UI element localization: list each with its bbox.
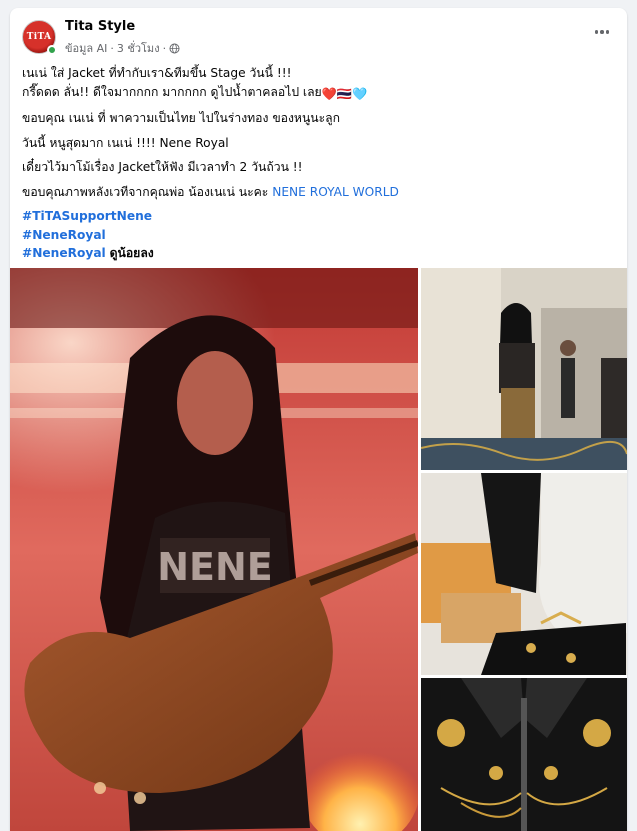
post-card: TiTA Tita Style ข้อมูล AI · 3 ชั่วโมง · … <box>10 8 627 831</box>
heart-thai-flag-emoji: ❤️🇹🇭🩵 <box>321 86 368 101</box>
photo-jacket-fitting[interactable] <box>421 473 627 675</box>
meta-separator: · <box>162 41 167 55</box>
avatar-logo-text: TiTA <box>26 32 52 42</box>
hashtag-link[interactable]: #TiTASupportNene <box>22 209 152 223</box>
message-line: เนเน่ ใส่ Jacket ที่ทำกับเรา&ทีมขึ้น Sta… <box>22 66 292 80</box>
post-timestamp[interactable]: 3 ชั่วโมง <box>117 39 160 57</box>
photo-stage-guitarist[interactable]: NENE <box>10 268 418 831</box>
message-line: เดี๋ยวไว้มาโม้เรื่อง Jacketให้ฟัง มีเวลา… <box>22 160 303 174</box>
see-less-button[interactable]: ดูน้อยลง <box>110 246 154 260</box>
ai-info-label[interactable]: ข้อมูล AI <box>65 39 107 57</box>
photo-grid: NENE <box>10 268 627 831</box>
meta-separator: · <box>110 41 114 55</box>
photo-jacket-detail[interactable] <box>421 678 627 831</box>
post-meta: ข้อมูล AI · 3 ชั่วโมง · <box>65 39 180 57</box>
message-line: ขอบคุณภาพหลังเวทีจากคุณพ่อ น้องเนเน่ นะค… <box>22 184 399 199</box>
post-message: เนเน่ ใส่ Jacket ที่ทำกับเรา&ทีมขึ้น Sta… <box>22 64 617 263</box>
online-status-dot <box>47 45 57 55</box>
svg-text:NENE: NENE <box>157 545 273 589</box>
nene-royal-world-link[interactable]: NENE ROYAL WORLD <box>272 185 399 199</box>
hashtag-link[interactable]: #NeneRoyal <box>22 228 106 242</box>
message-line: กรี๊ดดด ลั่น!! ดีใจมากกกก มากกกก ดูไปน้ำ… <box>22 83 617 104</box>
hashtag-link[interactable]: #NeneRoyal <box>22 246 106 260</box>
post-header: TiTA Tita Style ข้อมูล AI · 3 ชั่วโมง · <box>10 8 627 60</box>
message-line: วันนี้ หนูสุดมาก เนเน่ !!!! Nene Royal <box>22 135 229 150</box>
photo-backstage-pose[interactable] <box>421 268 627 470</box>
message-line: ขอบคุณ เนเน่ ที่ พาความเป็นไทย ไปในร่างท… <box>22 111 341 125</box>
globe-icon <box>169 42 180 54</box>
page-name-link[interactable]: Tita Style <box>65 19 135 34</box>
more-options-icon[interactable] <box>591 24 613 40</box>
